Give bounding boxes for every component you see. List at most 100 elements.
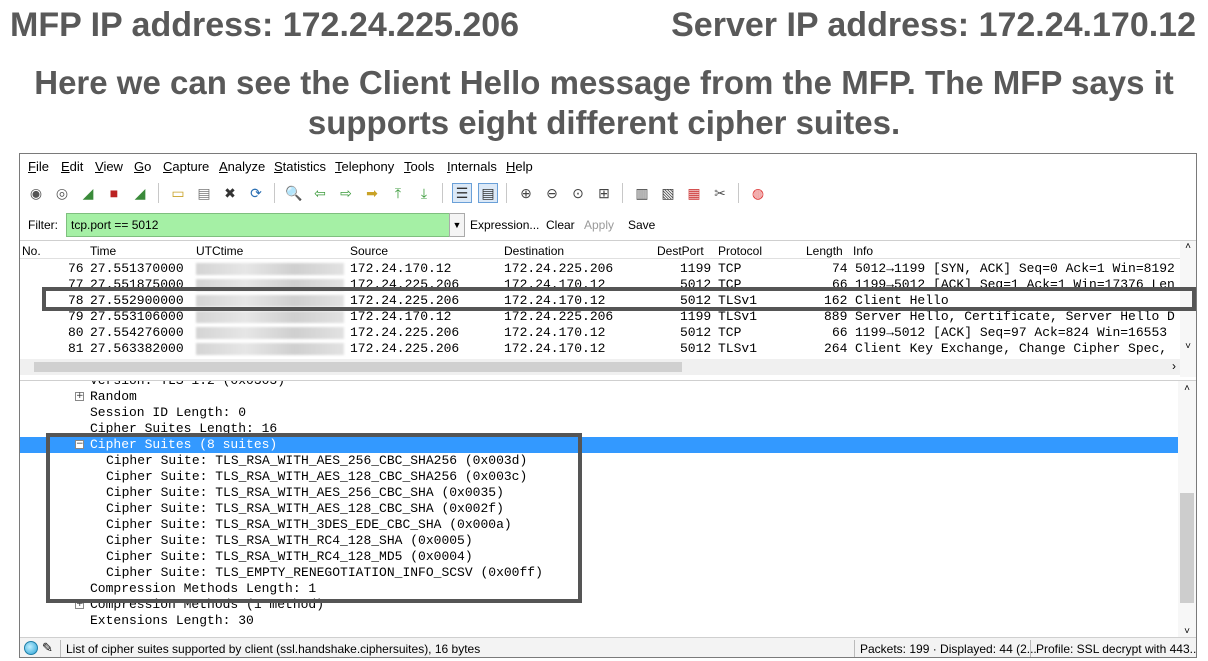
coloring-rules-icon[interactable]: ▦: [684, 183, 704, 203]
display-filters-icon[interactable]: ▧: [658, 183, 678, 203]
detail-row[interactable]: Compression Methods Length: 1: [20, 581, 1178, 597]
packet-no: 78: [68, 293, 84, 308]
detail-text: Version: TLS 1.2 (0x0303): [90, 380, 286, 388]
menu-file[interactable]: File: [28, 159, 49, 174]
detail-row[interactable]: + Compression Methods (1 method): [20, 597, 1178, 613]
detail-row[interactable]: Cipher Suites Length: 16: [20, 421, 1178, 437]
go-back-icon[interactable]: ⇦: [310, 183, 330, 203]
detail-row[interactable]: Version: TLS 1.2 (0x0303): [20, 380, 1178, 389]
save-filter-button[interactable]: Save: [628, 218, 655, 232]
resize-columns-icon[interactable]: ⊞: [594, 183, 614, 203]
packet-row[interactable]: 76 27.551370000 172.24.170.12 172.24.225…: [20, 261, 1180, 277]
detail-row[interactable]: Cipher Suite: TLS_RSA_WITH_RC4_128_MD5 (…: [20, 549, 1178, 565]
column-destination[interactable]: Destination: [504, 244, 564, 258]
colorize-icon[interactable]: ☰: [452, 183, 472, 203]
packet-row[interactable]: 80 27.554276000 172.24.225.206 172.24.17…: [20, 325, 1180, 341]
packet-row-selected[interactable]: 78 27.552900000 172.24.225.206 172.24.17…: [20, 293, 1180, 309]
column-utctime[interactable]: UTCtime: [196, 244, 243, 258]
start-capture-icon[interactable]: ◢: [78, 183, 98, 203]
last-packet-icon[interactable]: ⤓: [414, 183, 434, 203]
details-vscrollbar[interactable]: ˄ ˅: [1178, 381, 1196, 638]
packet-row[interactable]: 79 27.553106000 172.24.170.12 172.24.225…: [20, 309, 1180, 325]
options-icon[interactable]: ◎: [52, 183, 72, 203]
packet-destination: 172.24.225.206: [504, 261, 614, 276]
collapse-icon[interactable]: −: [75, 440, 84, 449]
column-time[interactable]: Time: [90, 244, 116, 258]
go-to-packet-icon[interactable]: ➡: [362, 183, 382, 203]
menu-edit[interactable]: Edit: [61, 159, 83, 174]
expand-icon[interactable]: +: [75, 392, 84, 401]
go-forward-icon[interactable]: ⇨: [336, 183, 356, 203]
toolbar-separator: [506, 183, 507, 203]
detail-row[interactable]: Cipher Suite: TLS_RSA_WITH_AES_256_CBC_S…: [20, 453, 1178, 469]
packet-list-hscrollbar[interactable]: ›: [20, 359, 1180, 375]
help-icon[interactable]: ◍: [748, 183, 768, 203]
detail-row[interactable]: Cipher Suite: TLS_RSA_WITH_RC4_128_SHA (…: [20, 533, 1178, 549]
menu-telephony[interactable]: Telephony: [335, 159, 394, 174]
apply-button[interactable]: Apply: [584, 218, 614, 232]
capture-filters-icon[interactable]: ▥: [632, 183, 652, 203]
menu-view[interactable]: View: [95, 159, 123, 174]
scroll-right-icon[interactable]: ›: [1172, 359, 1176, 373]
packet-length: 74: [832, 261, 848, 276]
profile-text[interactable]: Profile: SSL decrypt with 443...: [1036, 642, 1196, 656]
reload-icon[interactable]: ⟳: [246, 183, 266, 203]
detail-row[interactable]: Extensions Length: 30: [20, 613, 1178, 629]
display-filter-input[interactable]: tcp.port == 5012: [66, 213, 450, 237]
menu-internals[interactable]: Internals: [447, 159, 497, 174]
hscroll-thumb[interactable]: [34, 362, 682, 372]
packet-source: 172.24.225.206: [350, 277, 460, 292]
scroll-down-icon[interactable]: ˅: [1180, 341, 1196, 352]
zoom-in-icon[interactable]: ⊕: [516, 183, 536, 203]
menu-tools[interactable]: Tools: [404, 159, 434, 174]
restart-capture-icon[interactable]: ◢: [130, 183, 150, 203]
detail-row[interactable]: Cipher Suite: TLS_RSA_WITH_AES_256_CBC_S…: [20, 485, 1178, 501]
detail-row-selected[interactable]: − Cipher Suites (8 suites): [20, 437, 1178, 453]
close-file-icon[interactable]: ✖: [220, 183, 240, 203]
column-no[interactable]: No.: [22, 244, 41, 258]
menu-capture[interactable]: Capture: [163, 159, 209, 174]
menu-help[interactable]: Help: [506, 159, 533, 174]
auto-scroll-icon[interactable]: ▤: [478, 183, 498, 203]
expert-info-icon[interactable]: [24, 641, 38, 655]
packet-time: 27.551370000: [90, 261, 184, 276]
packet-row[interactable]: 77 27.551875000 172.24.225.206 172.24.17…: [20, 277, 1180, 293]
column-source[interactable]: Source: [350, 244, 388, 258]
expression-button[interactable]: Expression...: [470, 218, 539, 232]
detail-row[interactable]: Cipher Suite: TLS_RSA_WITH_AES_128_CBC_S…: [20, 501, 1178, 517]
detail-row[interactable]: + Random: [20, 389, 1178, 405]
packet-row[interactable]: 81 27.563382000 172.24.225.206 172.24.17…: [20, 341, 1180, 357]
menu-analyze[interactable]: Analyze: [219, 159, 265, 174]
scroll-up-icon[interactable]: ˄: [1178, 383, 1196, 394]
detail-row[interactable]: Cipher Suite: TLS_RSA_WITH_3DES_EDE_CBC_…: [20, 517, 1178, 533]
scroll-up-icon[interactable]: ˄: [1180, 241, 1196, 252]
open-file-icon[interactable]: ▭: [168, 183, 188, 203]
packet-no: 81: [68, 341, 84, 356]
column-length[interactable]: Length: [806, 244, 843, 258]
menu-go[interactable]: Go: [134, 159, 151, 174]
find-packet-icon[interactable]: 🔍: [284, 183, 304, 203]
detail-row[interactable]: Session ID Length: 0: [20, 405, 1178, 421]
menu-statistics[interactable]: Statistics: [274, 159, 326, 174]
column-info[interactable]: Info: [853, 244, 873, 258]
detail-row[interactable]: Cipher Suite: TLS_EMPTY_RENEGOTIATION_IN…: [20, 565, 1178, 581]
normal-size-icon[interactable]: ⊙: [568, 183, 588, 203]
stop-capture-icon[interactable]: ■: [104, 183, 124, 203]
scroll-down-icon[interactable]: ˅: [1178, 626, 1196, 637]
capture-comment-icon[interactable]: ✎: [42, 640, 58, 656]
detail-row[interactable]: Cipher Suite: TLS_RSA_WITH_AES_128_CBC_S…: [20, 469, 1178, 485]
interfaces-icon[interactable]: ◉: [26, 183, 46, 203]
packet-list-vscrollbar[interactable]: ˄ ˅: [1180, 241, 1196, 377]
vscroll-thumb[interactable]: [1180, 493, 1194, 603]
first-packet-icon[interactable]: ⤒: [388, 183, 408, 203]
packet-info: Client Key Exchange, Change Cipher Spec,: [855, 341, 1168, 356]
clear-button[interactable]: Clear: [546, 218, 575, 232]
zoom-out-icon[interactable]: ⊖: [542, 183, 562, 203]
column-destport[interactable]: DestPort: [657, 244, 704, 258]
save-file-icon[interactable]: ▤: [194, 183, 214, 203]
filter-dropdown-arrow-icon[interactable]: ▼: [449, 213, 465, 237]
column-protocol[interactable]: Protocol: [718, 244, 762, 258]
preferences-icon[interactable]: ✂: [710, 183, 730, 203]
expand-icon[interactable]: +: [75, 600, 84, 609]
packet-destination: 172.24.170.12: [504, 293, 606, 308]
